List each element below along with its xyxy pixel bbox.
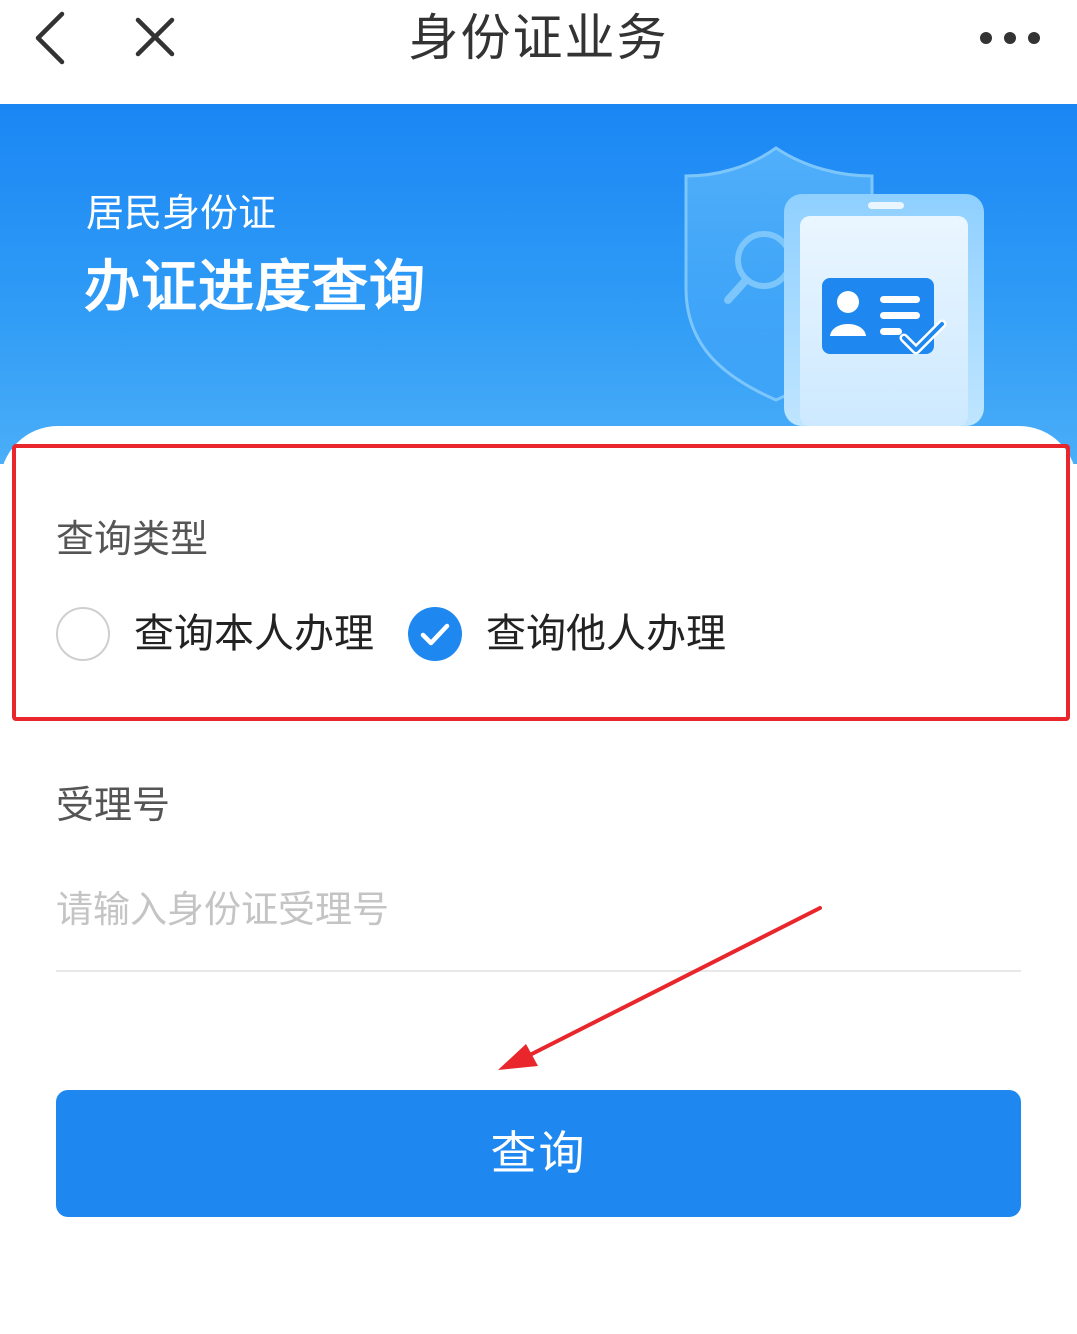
radio-unchecked-icon[interactable]	[56, 607, 110, 661]
banner: 居民身份证 办证进度查询	[0, 104, 1077, 464]
acceptance-number-input[interactable]	[56, 880, 1021, 940]
banner-title: 办证进度查询	[84, 255, 426, 320]
query-button[interactable]: 查询	[56, 1090, 1021, 1217]
query-type-label: 查询类型	[56, 517, 209, 561]
radio-label: 查询他人办理	[486, 611, 726, 657]
page-title: 身份证业务	[408, 9, 669, 67]
more-horizontal-icon[interactable]	[972, 20, 1048, 56]
input-underline	[56, 970, 1021, 972]
nav-bar: 身份证业务	[0, 0, 1077, 104]
radio-query-self[interactable]: 查询本人办理	[56, 606, 374, 662]
banner-subtitle: 居民身份证	[86, 191, 277, 235]
radio-label: 查询本人办理	[134, 611, 374, 657]
id-card-shield-icon	[676, 138, 996, 428]
acceptance-number-label: 受理号	[56, 783, 171, 827]
radio-query-others[interactable]: 查询他人办理	[408, 606, 726, 662]
radio-checked-icon[interactable]	[408, 607, 462, 661]
